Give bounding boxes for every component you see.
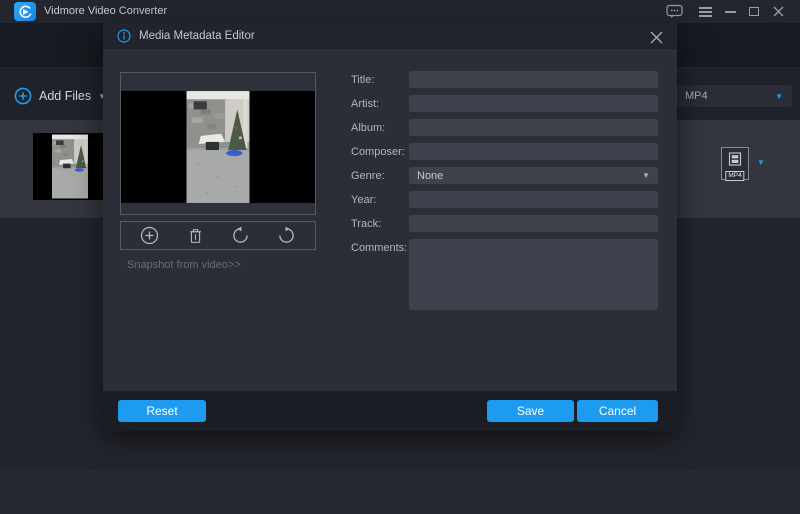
mp4-format-label: MP4 [725, 171, 744, 181]
track-label: Track: [351, 215, 409, 232]
menu-icon[interactable] [695, 0, 715, 23]
minimize-icon[interactable] [720, 0, 740, 23]
cancel-button[interactable]: Cancel [577, 400, 658, 422]
media-metadata-editor-dialog: Media Metadata Editor [103, 23, 677, 431]
delete-snapshot-button[interactable] [183, 224, 207, 248]
title-label: Title: [351, 71, 409, 88]
dialog-body: Snapshot from video>> Title: Artist: Alb… [103, 49, 677, 391]
genre-label: Genre: [351, 167, 409, 184]
close-icon[interactable] [768, 0, 788, 23]
add-files-label: Add Files [39, 89, 91, 103]
item-format-caret-icon[interactable]: ▼ [757, 158, 765, 167]
titlebar: Vidmore Video Converter [0, 0, 800, 23]
add-files-button[interactable]: Add Files ▼ [14, 85, 106, 107]
album-label: Album: [351, 119, 409, 136]
comments-label: Comments: [351, 239, 409, 310]
app-window: Vidmore Video Converter Add Files ▼ MP4 … [0, 0, 800, 514]
title-field[interactable] [409, 71, 658, 88]
snapshot-from-video-link[interactable]: Snapshot from video>> [127, 259, 241, 271]
output-format-caret-icon: ▼ [775, 92, 783, 101]
video-preview [120, 72, 316, 215]
reset-button[interactable]: Reset [118, 400, 206, 422]
preview-letterbox-bottom [121, 203, 315, 214]
artist-field[interactable] [409, 95, 658, 112]
metadata-form: Title: Artist: Album: Composer: Genre: [351, 71, 658, 317]
dialog-header: Media Metadata Editor [103, 23, 677, 49]
field-row-comments: Comments: [351, 239, 658, 310]
feedback-icon[interactable] [664, 0, 684, 23]
dialog-footer: Reset Save Cancel [103, 391, 677, 431]
media-thumbnail [33, 133, 105, 200]
dialog-close-icon[interactable] [648, 29, 664, 45]
mp4-format-icon[interactable]: MP4 [721, 147, 749, 180]
app-logo-icon [14, 2, 36, 21]
genre-dropdown[interactable]: None ▼ [409, 167, 658, 184]
year-field[interactable] [409, 191, 658, 208]
composer-label: Composer: [351, 143, 409, 160]
field-row-track: Track: [351, 215, 658, 232]
field-row-year: Year: [351, 191, 658, 208]
track-field[interactable] [409, 215, 658, 232]
preview-letterbox-top [121, 73, 315, 91]
dialog-title: Media Metadata Editor [139, 30, 255, 42]
trash-icon [187, 227, 204, 245]
snapshot-toolbar [120, 221, 316, 250]
genre-value: None [417, 170, 443, 182]
field-row-album: Album: [351, 119, 658, 136]
year-label: Year: [351, 191, 409, 208]
maximize-icon[interactable] [744, 0, 764, 23]
album-field[interactable] [409, 119, 658, 136]
add-snapshot-button[interactable] [138, 224, 162, 248]
artist-label: Artist: [351, 95, 409, 112]
add-snapshot-icon [140, 226, 159, 245]
field-row-artist: Artist: [351, 95, 658, 112]
info-icon [117, 29, 131, 43]
save-button[interactable]: Save [487, 400, 574, 422]
rotate-left-icon [231, 226, 250, 245]
rotate-right-button[interactable] [274, 224, 298, 248]
rotate-right-icon [277, 226, 296, 245]
add-files-plus-icon [14, 87, 32, 105]
rotate-left-button[interactable] [229, 224, 253, 248]
field-row-genre: Genre: None ▼ [351, 167, 658, 184]
bottom-bar: Save to: C:\Vidmore\Vidmore Video Conver… [0, 470, 800, 514]
genre-caret-icon: ▼ [642, 171, 650, 180]
field-row-title: Title: [351, 71, 658, 88]
window-title: Vidmore Video Converter [44, 5, 167, 17]
field-row-composer: Composer: [351, 143, 658, 160]
comments-field[interactable] [409, 239, 658, 310]
output-format-value: MP4 [685, 90, 708, 102]
output-format-dropdown[interactable]: MP4 ▼ [676, 85, 792, 107]
composer-field[interactable] [409, 143, 658, 160]
